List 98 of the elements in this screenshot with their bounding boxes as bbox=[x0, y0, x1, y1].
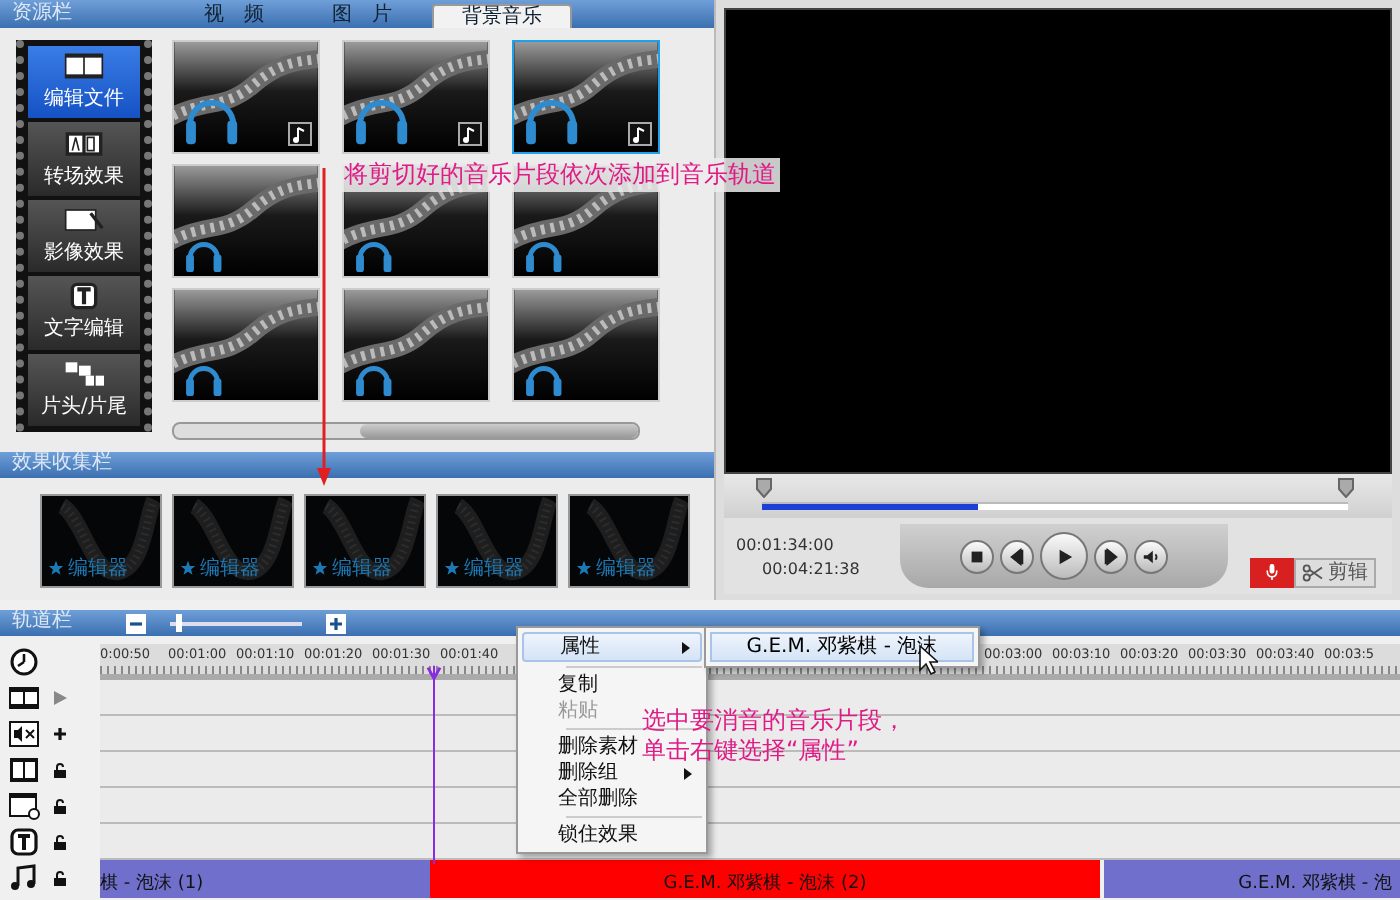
effect-label: 编辑器 bbox=[68, 555, 128, 582]
music-thumbnail[interactable] bbox=[512, 40, 660, 154]
annotation-text: 选中要消音的音乐片段， 单击右键选择“属性” bbox=[642, 706, 906, 766]
mute-icon[interactable] bbox=[8, 720, 40, 748]
star-icon bbox=[48, 560, 64, 576]
playhead[interactable] bbox=[424, 662, 444, 864]
category-button[interactable]: 转场效果 bbox=[28, 122, 140, 196]
next-frame-button[interactable] bbox=[1094, 539, 1128, 573]
panel-title: 轨道栏 bbox=[10, 610, 74, 636]
music-note-icon[interactable] bbox=[8, 864, 40, 892]
music-thumbnail[interactable] bbox=[342, 40, 490, 154]
music-note-icon bbox=[628, 122, 652, 146]
audio-clip[interactable]: G.E.M. 邓紫棋 - 泡 bbox=[1104, 860, 1400, 898]
effect-label: 编辑器 bbox=[464, 555, 524, 582]
lock-icon[interactable] bbox=[52, 762, 68, 778]
zoom-slider-thumb[interactable] bbox=[175, 613, 182, 631]
panel-title: 资源栏 bbox=[10, 2, 74, 28]
ab-transition-icon[interactable] bbox=[8, 756, 40, 784]
headphones-filmstrip-drawing bbox=[174, 172, 318, 273]
star-icon bbox=[444, 560, 460, 576]
scrollbar[interactable] bbox=[172, 422, 640, 440]
effect-thumbnail[interactable]: 编辑器 bbox=[304, 494, 426, 588]
annotation-text: 将剪切好的音乐片段依次添加到音乐轨道 bbox=[340, 158, 780, 192]
stop-button[interactable] bbox=[960, 539, 994, 573]
headphones-filmstrip-drawing bbox=[514, 48, 658, 145]
music-thumbnail[interactable] bbox=[342, 288, 490, 402]
menu-item[interactable]: 锁住效果 bbox=[522, 822, 638, 848]
previous-frame-button[interactable] bbox=[1000, 539, 1034, 573]
category-button[interactable]: 文字编辑 bbox=[28, 276, 140, 350]
clock-icon[interactable] bbox=[8, 648, 40, 676]
submenu-arrow-icon bbox=[684, 768, 692, 780]
headphones-filmstrip-drawing bbox=[174, 296, 318, 397]
effect-thumbnail[interactable]: 编辑器 bbox=[172, 494, 294, 588]
lock-icon[interactable] bbox=[52, 870, 68, 886]
star-icon bbox=[180, 560, 196, 576]
category-button[interactable]: 片头/片尾 bbox=[28, 353, 140, 427]
effect-label: 编辑器 bbox=[596, 555, 656, 582]
volume-button[interactable] bbox=[1134, 539, 1168, 573]
time-current: 00:01:34:00 bbox=[736, 535, 836, 553]
music-thumbnail[interactable] bbox=[172, 40, 320, 154]
category-button[interactable]: 影像效果 bbox=[28, 199, 140, 273]
text-icon[interactable] bbox=[8, 828, 40, 856]
submenu-arrow-icon bbox=[682, 642, 690, 654]
effect-label: 编辑器 bbox=[200, 555, 260, 582]
ab-transition-icon bbox=[64, 129, 104, 158]
step-back-icon bbox=[1008, 547, 1026, 565]
audio-clip[interactable]: G.E.M. 邓紫棋 - 泡沫 (2) bbox=[430, 860, 1100, 898]
zoom-out-button[interactable] bbox=[126, 613, 146, 633]
tab[interactable]: 图 片 bbox=[304, 4, 420, 28]
intro-outro-icon bbox=[64, 359, 104, 388]
record-button[interactable] bbox=[1250, 557, 1294, 587]
out-marker-icon[interactable] bbox=[1338, 478, 1354, 498]
headphones-filmstrip-drawing bbox=[344, 48, 488, 145]
progress-slider[interactable] bbox=[762, 502, 1348, 510]
edit-button[interactable]: 剪辑 bbox=[1294, 557, 1376, 587]
lock-icon[interactable] bbox=[52, 834, 68, 850]
tab[interactable]: 视 频 bbox=[176, 4, 292, 28]
music-thumbnail[interactable] bbox=[172, 164, 320, 278]
play-icon[interactable] bbox=[52, 690, 68, 706]
speaker-icon bbox=[1142, 547, 1160, 565]
music-note-icon bbox=[288, 122, 312, 146]
effect-thumbnail[interactable]: 编辑器 bbox=[568, 494, 690, 588]
film-icon bbox=[64, 52, 104, 81]
lock-icon[interactable] bbox=[52, 798, 68, 814]
headphones-filmstrip-drawing bbox=[514, 296, 658, 397]
effect-thumbnail[interactable]: 编辑器 bbox=[40, 494, 162, 588]
plus-icon bbox=[328, 615, 344, 631]
headphones-filmstrip-drawing bbox=[344, 296, 488, 397]
star-icon bbox=[312, 560, 328, 576]
music-thumbnail[interactable] bbox=[512, 288, 660, 402]
star-icon bbox=[576, 560, 592, 576]
stop-icon bbox=[968, 547, 986, 565]
panel-title: 效果收集栏 bbox=[10, 452, 114, 478]
music-thumbnail[interactable] bbox=[172, 288, 320, 402]
menu-item[interactable]: 属性 bbox=[522, 632, 702, 662]
step-forward-icon bbox=[1102, 547, 1120, 565]
play-button[interactable] bbox=[1040, 532, 1088, 580]
menu-item[interactable]: 删除素材 bbox=[522, 734, 638, 760]
effect-label: 编辑器 bbox=[332, 555, 392, 582]
effect-thumbnail[interactable]: 编辑器 bbox=[436, 494, 558, 588]
headphones-filmstrip-drawing bbox=[174, 48, 318, 145]
image-effect-icon[interactable] bbox=[8, 792, 40, 820]
scissors-icon bbox=[1302, 563, 1324, 581]
plus-icon[interactable] bbox=[52, 726, 68, 742]
menu-item[interactable]: 复制 bbox=[522, 672, 598, 698]
tab[interactable]: 背景音乐 bbox=[432, 4, 572, 28]
audio-clip[interactable]: 棋 - 泡沫 (1) bbox=[100, 860, 430, 898]
film-icon[interactable] bbox=[8, 684, 40, 712]
zoom-in-button[interactable] bbox=[326, 613, 346, 633]
time-total: 00:04:21:38 bbox=[760, 559, 862, 577]
image-effect-icon bbox=[64, 206, 104, 235]
microphone-icon bbox=[1264, 562, 1280, 582]
category-button[interactable]: 编辑文件 bbox=[28, 46, 140, 119]
play-icon bbox=[1055, 547, 1073, 565]
menu-item[interactable]: 删除组 bbox=[522, 760, 702, 786]
music-note-icon bbox=[458, 122, 482, 146]
in-marker-icon[interactable] bbox=[756, 478, 772, 498]
menu-item[interactable]: 全部删除 bbox=[522, 786, 638, 812]
